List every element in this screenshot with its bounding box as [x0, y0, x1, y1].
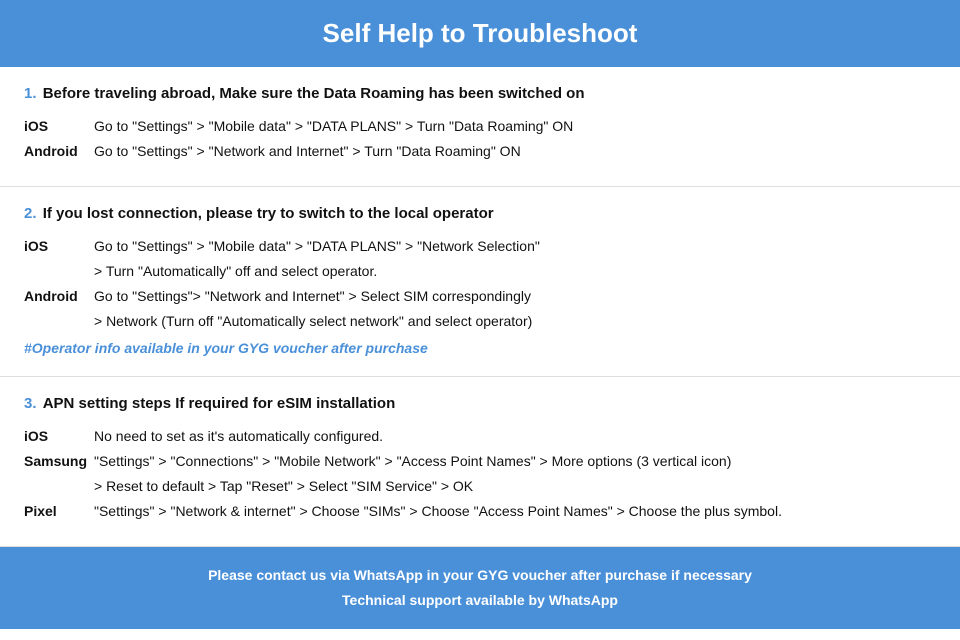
section-1-ios-row: iOS Go to "Settings" > "Mobile data" > "…: [24, 116, 936, 137]
footer: Please contact us via WhatsApp in your G…: [0, 547, 960, 629]
section-2-ios-text: Go to "Settings" > "Mobile data" > "DATA…: [94, 236, 540, 257]
section-3-pixel-row: Pixel "Settings" > "Network & internet" …: [24, 501, 936, 522]
section-1-android-text: Go to "Settings" > "Network and Internet…: [94, 141, 521, 162]
section-1-title: 1. Before traveling abroad, Make sure th…: [24, 83, 936, 104]
section-1-android-label: Android: [24, 141, 94, 162]
section-3: 3. APN setting steps If required for eSI…: [0, 377, 960, 547]
section-1-title-text: Before traveling abroad, Make sure the D…: [43, 85, 585, 102]
section-3-samsung-text: "Settings" > "Connections" > "Mobile Net…: [94, 451, 731, 472]
section-2-number: 2.: [24, 205, 37, 222]
section-2-ios-row: iOS Go to "Settings" > "Mobile data" > "…: [24, 236, 936, 257]
section-2-android-text: Go to "Settings"> "Network and Internet"…: [94, 286, 531, 307]
section-2-title: 2. If you lost connection, please try to…: [24, 203, 936, 224]
section-3-title: 3. APN setting steps If required for eSI…: [24, 393, 936, 414]
section-3-samsung-continuation: > Reset to default > Tap "Reset" > Selec…: [94, 476, 936, 497]
header: Self Help to Troubleshoot: [0, 0, 960, 67]
section-2-android-label: Android: [24, 286, 94, 307]
page-title: Self Help to Troubleshoot: [20, 18, 940, 49]
sections-container: 1. Before traveling abroad, Make sure th…: [0, 67, 960, 547]
section-1-ios-label: iOS: [24, 116, 94, 137]
section-1-number: 1.: [24, 85, 37, 102]
section-3-ios-text: No need to set as it's automatically con…: [94, 426, 383, 447]
footer-line1: Please contact us via WhatsApp in your G…: [20, 563, 940, 588]
section-3-samsung-label: Samsung: [24, 451, 94, 472]
section-2-ios-continuation: > Turn "Automatically" off and select op…: [94, 261, 936, 282]
section-3-ios-label: iOS: [24, 426, 94, 447]
section-3-pixel-label: Pixel: [24, 501, 94, 522]
section-1-ios-text: Go to "Settings" > "Mobile data" > "DATA…: [94, 116, 573, 137]
section-3-title-text: APN setting steps If required for eSIM i…: [43, 395, 396, 412]
footer-line2: Technical support available by WhatsApp: [20, 588, 940, 613]
section-2-android-row: Android Go to "Settings"> "Network and I…: [24, 286, 936, 307]
section-2-ios-label: iOS: [24, 236, 94, 257]
section-3-pixel-text: "Settings" > "Network & internet" > Choo…: [94, 501, 782, 522]
section-1: 1. Before traveling abroad, Make sure th…: [0, 67, 960, 187]
section-1-android-row: Android Go to "Settings" > "Network and …: [24, 141, 936, 162]
section-3-number: 3.: [24, 395, 37, 412]
section-2-note: #Operator info available in your GYG vou…: [24, 340, 936, 356]
section-3-samsung-row: Samsung "Settings" > "Connections" > "Mo…: [24, 451, 936, 472]
section-2-android-continuation: > Network (Turn off "Automatically selec…: [94, 311, 936, 332]
section-2-title-text: If you lost connection, please try to sw…: [43, 205, 494, 222]
section-3-ios-row: iOS No need to set as it's automatically…: [24, 426, 936, 447]
section-2: 2. If you lost connection, please try to…: [0, 187, 960, 377]
